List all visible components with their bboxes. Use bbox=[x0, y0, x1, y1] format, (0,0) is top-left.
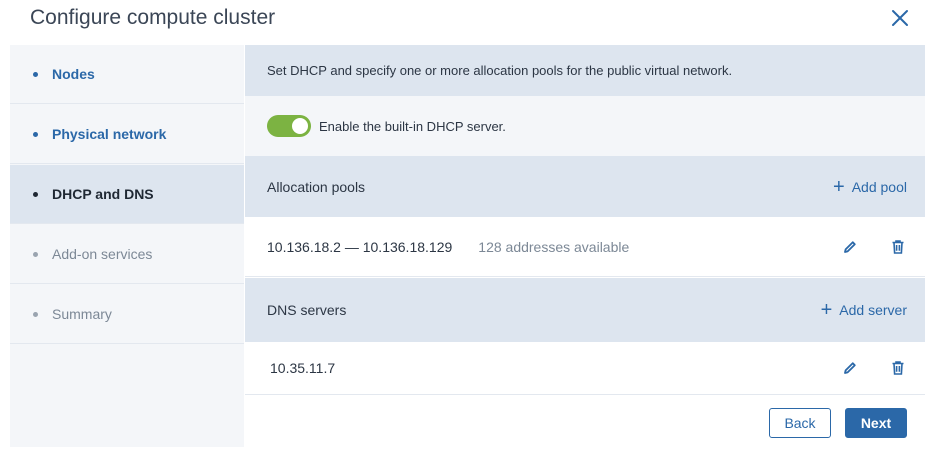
edit-pool-button[interactable] bbox=[841, 238, 859, 256]
edit-server-button[interactable] bbox=[841, 359, 859, 377]
pool-available: 128 addresses available bbox=[478, 238, 630, 255]
step-label: Physical network bbox=[52, 126, 167, 142]
dialog-title: Configure compute cluster bbox=[30, 6, 276, 29]
dhcp-toggle[interactable] bbox=[267, 115, 311, 137]
delete-pool-button[interactable] bbox=[889, 238, 907, 256]
pencil-icon[interactable] bbox=[842, 239, 858, 255]
step-nodes[interactable]: Nodes bbox=[10, 45, 244, 104]
step-summary[interactable]: Summary bbox=[10, 285, 244, 344]
intro-band: Set DHCP and specify one or more allocat… bbox=[245, 45, 925, 96]
dhcp-toggle-label: Enable the built-in DHCP server. bbox=[319, 118, 506, 134]
add-pool-label: Add pool bbox=[851, 178, 907, 195]
delete-server-button[interactable] bbox=[889, 359, 907, 377]
allocation-pools-heading: Allocation pools bbox=[267, 178, 366, 195]
trash-icon[interactable] bbox=[890, 360, 906, 376]
trash-icon[interactable] bbox=[890, 239, 906, 255]
allocation-pools-header: Allocation pools + Add pool bbox=[245, 156, 925, 217]
step-label: Add-on services bbox=[52, 246, 153, 262]
dhcp-row: Enable the built-in DHCP server. bbox=[245, 96, 925, 156]
step-bullet bbox=[33, 251, 38, 257]
intro-text: Set DHCP and specify one or more allocat… bbox=[267, 63, 733, 78]
add-server-label: Add server bbox=[839, 302, 907, 318]
step-bullet bbox=[33, 191, 38, 197]
step-label: DHCP and DNS bbox=[52, 186, 154, 202]
step-label: Nodes bbox=[52, 66, 95, 82]
back-button[interactable]: Back bbox=[769, 408, 831, 438]
plus-icon: + bbox=[820, 299, 833, 321]
add-pool-button[interactable]: + Add pool bbox=[833, 177, 907, 197]
main-panel: Set DHCP and specify one or more allocat… bbox=[245, 45, 925, 455]
dns-servers-heading: DNS servers bbox=[267, 302, 347, 318]
step-bullet bbox=[33, 71, 38, 77]
step-label: Summary bbox=[52, 306, 112, 322]
close-icon[interactable] bbox=[891, 9, 909, 27]
toggle-knob bbox=[292, 118, 308, 134]
pool-range: 10.136.18.2 — 10.136.18.129 bbox=[267, 238, 453, 255]
step-bullet bbox=[33, 131, 38, 137]
step-physical-network[interactable]: Physical network bbox=[10, 105, 244, 164]
close-button[interactable] bbox=[886, 4, 914, 32]
allocation-pool-row: 10.136.18.2 — 10.136.18.129 128 addresse… bbox=[245, 217, 925, 277]
add-server-button[interactable]: + Add server bbox=[821, 300, 907, 320]
wizard-steps: Nodes Physical network DHCP and DNS Add-… bbox=[10, 45, 244, 447]
step-bullet bbox=[33, 311, 38, 317]
dns-servers-header: DNS servers + Add server bbox=[245, 278, 925, 342]
step-add-on-services[interactable]: Add-on services bbox=[10, 225, 244, 284]
step-dhcp-and-dns[interactable]: DHCP and DNS bbox=[10, 165, 244, 224]
plus-icon: + bbox=[833, 175, 845, 198]
dns-server-row: 10.35.11.7 bbox=[245, 342, 925, 395]
dns-server-address: 10.35.11.7 bbox=[270, 360, 336, 376]
pencil-icon[interactable] bbox=[842, 360, 858, 376]
next-button[interactable]: Next bbox=[845, 408, 907, 438]
